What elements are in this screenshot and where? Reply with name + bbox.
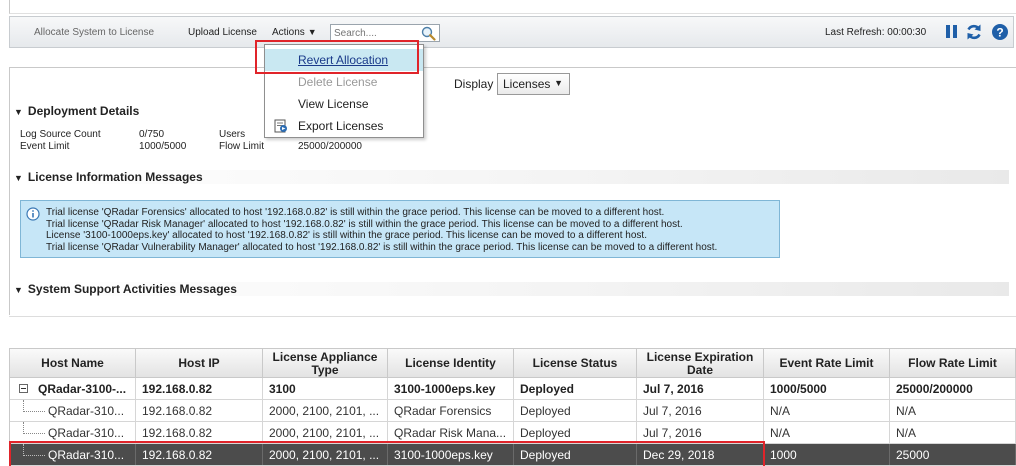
search-icon[interactable]: [419, 25, 437, 41]
license-messages-title: License Information Messages: [27, 170, 203, 184]
cell-event-rate-limit: 1000: [764, 444, 890, 465]
license-messages-header[interactable]: ▼ License Information Messages: [14, 170, 1009, 184]
cell-license-identity: QRadar Risk Mana...: [388, 422, 514, 443]
highlight-box-selected-row: [9, 441, 765, 466]
display-label: Display: [454, 77, 494, 91]
content-panel: [9, 67, 1016, 315]
event-limit-value: 1000/5000: [139, 141, 187, 152]
refresh-icon[interactable]: [965, 23, 983, 41]
menu-item-export-licenses[interactable]: Export Licenses: [265, 115, 423, 137]
cell-appliance-type: 2000, 2100, 2101, ...: [263, 422, 388, 443]
menu-item-delete-license: Delete License: [298, 75, 378, 89]
column-header-expiration-date[interactable]: License Expiration Date: [637, 349, 764, 378]
cell-host-ip: 192.168.0.82: [136, 422, 263, 443]
flow-limit-value: 25000/200000: [298, 141, 362, 152]
actions-label: Actions: [272, 27, 305, 38]
column-header-license-status[interactable]: License Status: [514, 349, 637, 378]
column-header-appliance-type[interactable]: License Appliance Type: [263, 349, 388, 378]
license-message-line: Trial license 'QRadar Forensics' allocat…: [46, 207, 665, 218]
support-messages-header[interactable]: ▼ System Support Activities Messages: [14, 282, 1009, 296]
license-info-message-box: Trial license 'QRadar Forensics' allocat…: [20, 200, 780, 258]
top-frame: [9, 0, 1016, 14]
event-limit-label: Event Limit: [20, 141, 70, 152]
upload-license-button[interactable]: Upload License: [188, 27, 257, 38]
display-selected-value: Licenses: [503, 77, 551, 91]
table-header: Host Name Host IP License Appliance Type…: [10, 348, 1016, 378]
help-icon[interactable]: ?: [991, 23, 1009, 41]
deployment-details-title: Deployment Details: [27, 104, 140, 118]
export-icon: [274, 119, 287, 133]
cell-flow-rate-limit: N/A: [890, 422, 1016, 443]
highlight-box-revert-allocation: [255, 40, 419, 74]
column-header-event-rate-limit[interactable]: Event Rate Limit: [764, 349, 890, 378]
license-message-line: License '3100-1000eps.key' allocated to …: [46, 230, 647, 241]
column-header-flow-rate-limit[interactable]: Flow Rate Limit: [890, 349, 1016, 378]
column-header-license-identity[interactable]: License Identity: [388, 349, 514, 378]
menu-item-view-license[interactable]: View License: [265, 93, 423, 115]
column-header-host-ip[interactable]: Host IP: [136, 349, 263, 378]
section-divider: [9, 316, 1016, 317]
cell-license-status: Deployed: [514, 400, 637, 421]
collapse-triangle-icon: ▼: [14, 107, 23, 117]
cell-license-status: Deployed: [514, 378, 637, 399]
cell-expiration-date: Jul 7, 2016: [637, 422, 764, 443]
caret-down-icon: ▼: [307, 27, 317, 37]
users-label: Users: [219, 129, 246, 140]
actions-menu-button[interactable]: Actions ▼: [272, 27, 317, 38]
cell-event-rate-limit: N/A: [764, 422, 890, 443]
deployment-details-header[interactable]: ▼ Deployment Details: [14, 104, 139, 118]
last-refresh-label: Last Refresh: 00:00:30: [825, 27, 927, 38]
collapse-triangle-icon: ▼: [14, 173, 23, 183]
cell-host-ip: 192.168.0.82: [136, 400, 263, 421]
svg-text:?: ?: [996, 26, 1003, 40]
cell-license-identity: 3100-1000eps.key: [388, 378, 514, 399]
cell-event-rate-limit: 1000/5000: [764, 378, 890, 399]
cell-flow-rate-limit: 25000: [890, 444, 1016, 465]
license-message-line: Trial license 'QRadar Vulnerability Mana…: [46, 241, 718, 253]
pause-icon[interactable]: [943, 23, 961, 41]
cell-appliance-type: 3100: [263, 378, 388, 399]
log-source-count-label: Log Source Count: [20, 129, 101, 140]
info-icon: [26, 207, 40, 221]
export-licenses-label: Export Licenses: [298, 119, 384, 133]
cell-host-ip: 192.168.0.82: [136, 378, 263, 399]
cell-expiration-date: Jul 7, 2016: [637, 378, 764, 399]
table-row[interactable]: QRadar-310... 192.168.0.82 2000, 2100, 2…: [10, 400, 1016, 422]
display-select[interactable]: Licenses ▼: [497, 73, 570, 95]
flow-limit-label: Flow Limit: [219, 141, 265, 152]
cell-flow-rate-limit: N/A: [890, 400, 1016, 421]
cell-license-status: Deployed: [514, 422, 637, 443]
cell-host-name: QRadar-310...: [10, 422, 136, 443]
cell-flow-rate-limit: 25000/200000: [890, 378, 1016, 399]
cell-license-identity: QRadar Forensics: [388, 400, 514, 421]
cell-host-name: QRadar-310...: [10, 400, 136, 421]
collapse-triangle-icon: ▼: [14, 285, 23, 295]
caret-down-icon: ▼: [554, 78, 563, 88]
support-messages-title: System Support Activities Messages: [27, 282, 237, 296]
cell-host-name: QRadar-3100-...: [10, 378, 136, 399]
cell-appliance-type: 2000, 2100, 2101, ...: [263, 400, 388, 421]
toolbar: Allocate System to License Upload Licens…: [9, 16, 1014, 48]
cell-expiration-date: Jul 7, 2016: [637, 400, 764, 421]
cell-event-rate-limit: N/A: [764, 400, 890, 421]
log-source-count-value: 0/750: [139, 129, 165, 140]
column-header-host-name[interactable]: Host Name: [10, 349, 136, 378]
table-row[interactable]: QRadar-3100-... 192.168.0.82 3100 3100-1…: [10, 378, 1016, 400]
allocate-system-button[interactable]: Allocate System to License: [34, 27, 154, 38]
license-message-line: Trial license 'QRadar Risk Manager' allo…: [46, 218, 683, 230]
search-input[interactable]: [331, 25, 419, 41]
